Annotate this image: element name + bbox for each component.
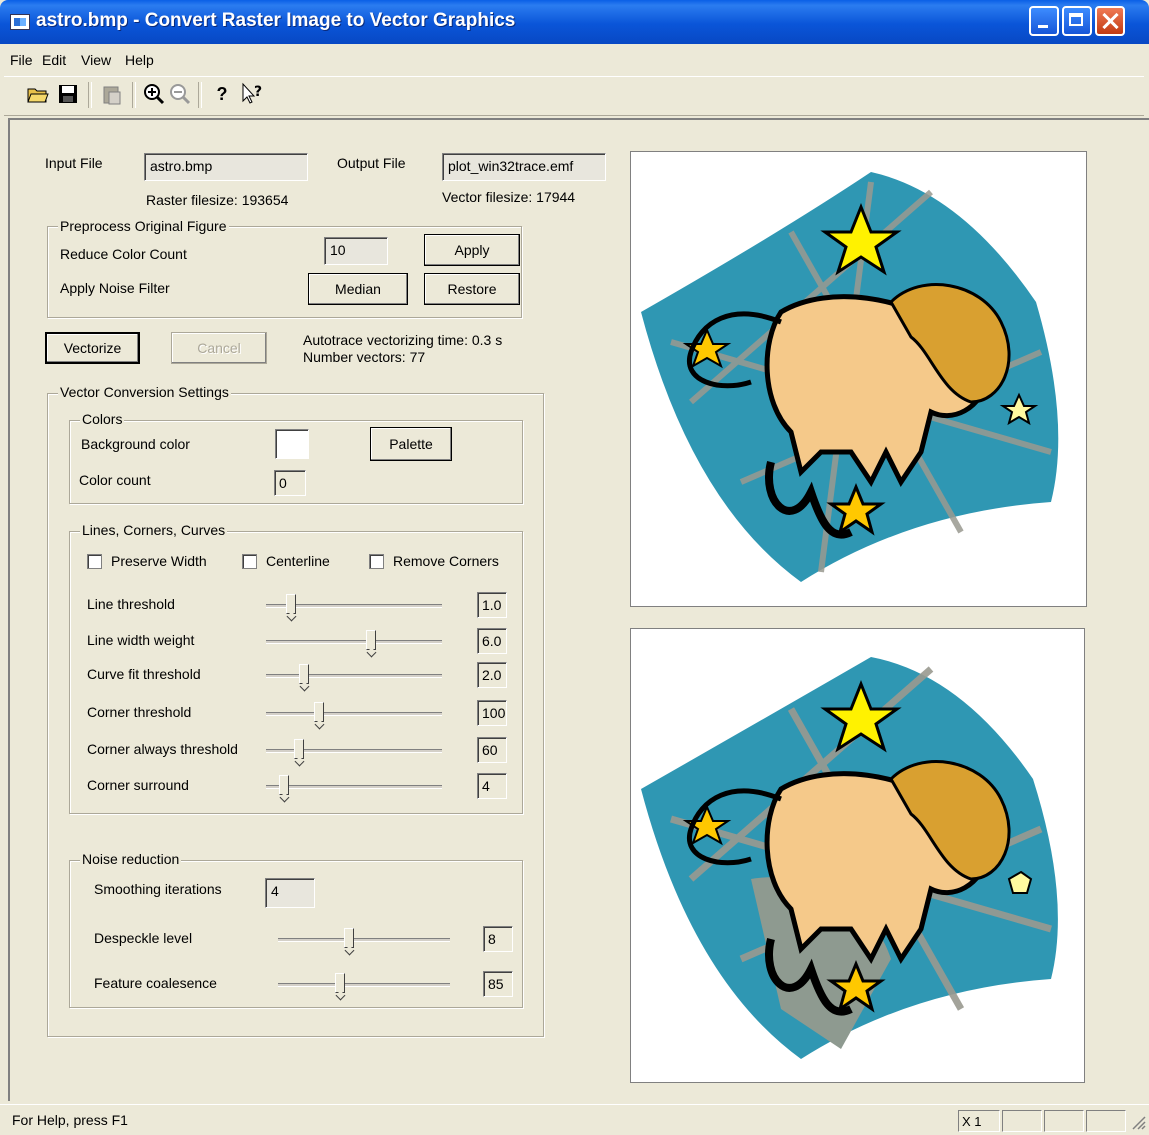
output-file-label: Output File (337, 155, 406, 171)
corner-always-threshold-value[interactable]: 60 (477, 737, 507, 763)
corner-always-threshold-slider-thumb[interactable] (294, 739, 304, 759)
remove-corners-checkbox[interactable] (369, 554, 384, 569)
cancel-button[interactable]: Cancel (171, 332, 267, 364)
lines-group-title: Lines, Corners, Curves (80, 522, 228, 538)
median-button[interactable]: Median (308, 273, 408, 305)
vectorize-button[interactable]: Vectorize (45, 332, 140, 364)
curve-fit-threshold-label: Curve fit threshold (87, 666, 201, 682)
despeckle-level-slider-thumb[interactable] (344, 928, 354, 948)
vector-image (641, 657, 1058, 1059)
curve-fit-threshold-slider-thumb[interactable] (299, 664, 309, 684)
menu-help[interactable]: Help (125, 52, 154, 68)
app-icon[interactable] (10, 14, 30, 30)
line-width-weight-label: Line width weight (87, 632, 195, 648)
color-count-field[interactable]: 0 (274, 470, 306, 496)
despeckle-level-label: Despeckle level (94, 930, 193, 946)
corner-surround-label: Corner surround (87, 777, 189, 793)
original-image (641, 172, 1059, 582)
status-zoom: X 1 (958, 1110, 1000, 1132)
feature-coalesence-value[interactable]: 85 (483, 971, 513, 997)
background-color-swatch[interactable] (275, 429, 309, 459)
line-width-weight-slider-thumb[interactable] (366, 630, 376, 650)
vector-image-panel (630, 628, 1085, 1083)
zoom-in-icon[interactable] (142, 82, 166, 106)
svg-text:?: ? (254, 84, 262, 100)
minimize-button[interactable] (1029, 6, 1059, 36)
colors-group-title: Colors (80, 411, 125, 427)
background-color-label: Background color (81, 436, 190, 452)
zoom-out-icon[interactable] (168, 82, 192, 106)
original-image-panel (630, 151, 1087, 607)
open-icon[interactable] (26, 82, 50, 106)
feature-coalesence-track (278, 983, 450, 987)
palette-button[interactable]: Palette (370, 427, 452, 461)
noise-group-title: Noise reduction (80, 851, 182, 867)
maximize-button[interactable] (1062, 6, 1092, 36)
despeckle-level-track (278, 938, 450, 942)
paste-icon[interactable] (100, 82, 124, 106)
toolbar-separator (132, 82, 136, 108)
vector-settings-title: Vector Conversion Settings (58, 384, 231, 400)
centerline-checkbox[interactable] (242, 554, 257, 569)
feature-coalesence-label: Feature coalesence (94, 975, 217, 991)
toolbar-separator (198, 82, 202, 108)
noise-filter-label: Apply Noise Filter (60, 280, 170, 296)
line-width-weight-value[interactable]: 6.0 (477, 628, 507, 654)
status-pane (1086, 1110, 1126, 1132)
corner-surround-value[interactable]: 4 (477, 773, 507, 799)
output-file-field[interactable]: plot_win32trace.emf (442, 153, 606, 181)
corner-threshold-label: Corner threshold (87, 704, 192, 720)
restore-button[interactable]: Restore (424, 273, 520, 305)
reduce-color-field[interactable]: 10 (324, 237, 388, 265)
feature-coalesence-slider-thumb[interactable] (335, 973, 345, 993)
preserve-width-checkbox[interactable] (87, 554, 102, 569)
curve-fit-threshold-value[interactable]: 2.0 (477, 662, 507, 688)
vector-filesize: Vector filesize: 17944 (442, 189, 576, 205)
help-icon[interactable]: ? (210, 82, 234, 106)
despeckle-level-value[interactable]: 8 (483, 926, 513, 952)
resize-grip[interactable] (1130, 1114, 1146, 1130)
menu-file[interactable]: File (10, 52, 33, 68)
apply-button[interactable]: Apply (424, 234, 520, 266)
save-icon[interactable] (56, 82, 80, 106)
preserve-width-label: Preserve Width (111, 553, 207, 569)
centerline-label: Centerline (266, 553, 330, 569)
color-count-label: Color count (79, 472, 151, 488)
line-width-weight-track (266, 640, 442, 644)
status-pane (1002, 1110, 1042, 1132)
smoothing-label: Smoothing iterations (94, 881, 222, 897)
menu-bar (0, 48, 1149, 72)
input-file-label: Input File (45, 155, 103, 171)
number-vectors: Number vectors: 77 (303, 349, 426, 365)
corner-surround-track (266, 785, 442, 789)
corner-always-threshold-track (266, 749, 442, 753)
context-help-icon[interactable]: ? (240, 82, 264, 106)
input-file-field[interactable]: astro.bmp (144, 153, 308, 181)
corner-threshold-track (266, 712, 442, 716)
vectorizing-time: Autotrace vectorizing time: 0.3 s (303, 332, 503, 348)
window-title: astro.bmp - Convert Raster Image to Vect… (36, 10, 516, 31)
corner-surround-slider-thumb[interactable] (279, 775, 289, 795)
remove-corners-label: Remove Corners (393, 553, 499, 569)
status-pane (1044, 1110, 1084, 1132)
curve-fit-threshold-track (266, 674, 442, 678)
menu-view[interactable]: View (81, 52, 111, 68)
preprocess-group-title: Preprocess Original Figure (58, 218, 229, 234)
smoothing-field[interactable]: 4 (265, 878, 315, 908)
menu-edit[interactable]: Edit (42, 52, 66, 68)
close-button[interactable] (1095, 6, 1125, 36)
corner-always-threshold-label: Corner always threshold (87, 741, 238, 757)
toolbar-separator (88, 82, 92, 108)
line-threshold-label: Line threshold (87, 596, 175, 612)
raster-filesize: Raster filesize: 193654 (146, 192, 289, 208)
reduce-color-label: Reduce Color Count (60, 246, 187, 262)
status-help-text: For Help, press F1 (12, 1112, 128, 1128)
corner-threshold-slider-thumb[interactable] (314, 702, 324, 722)
line-threshold-value[interactable]: 1.0 (477, 592, 507, 618)
corner-threshold-value[interactable]: 100 (477, 700, 507, 726)
line-threshold-slider-thumb[interactable] (286, 594, 296, 614)
